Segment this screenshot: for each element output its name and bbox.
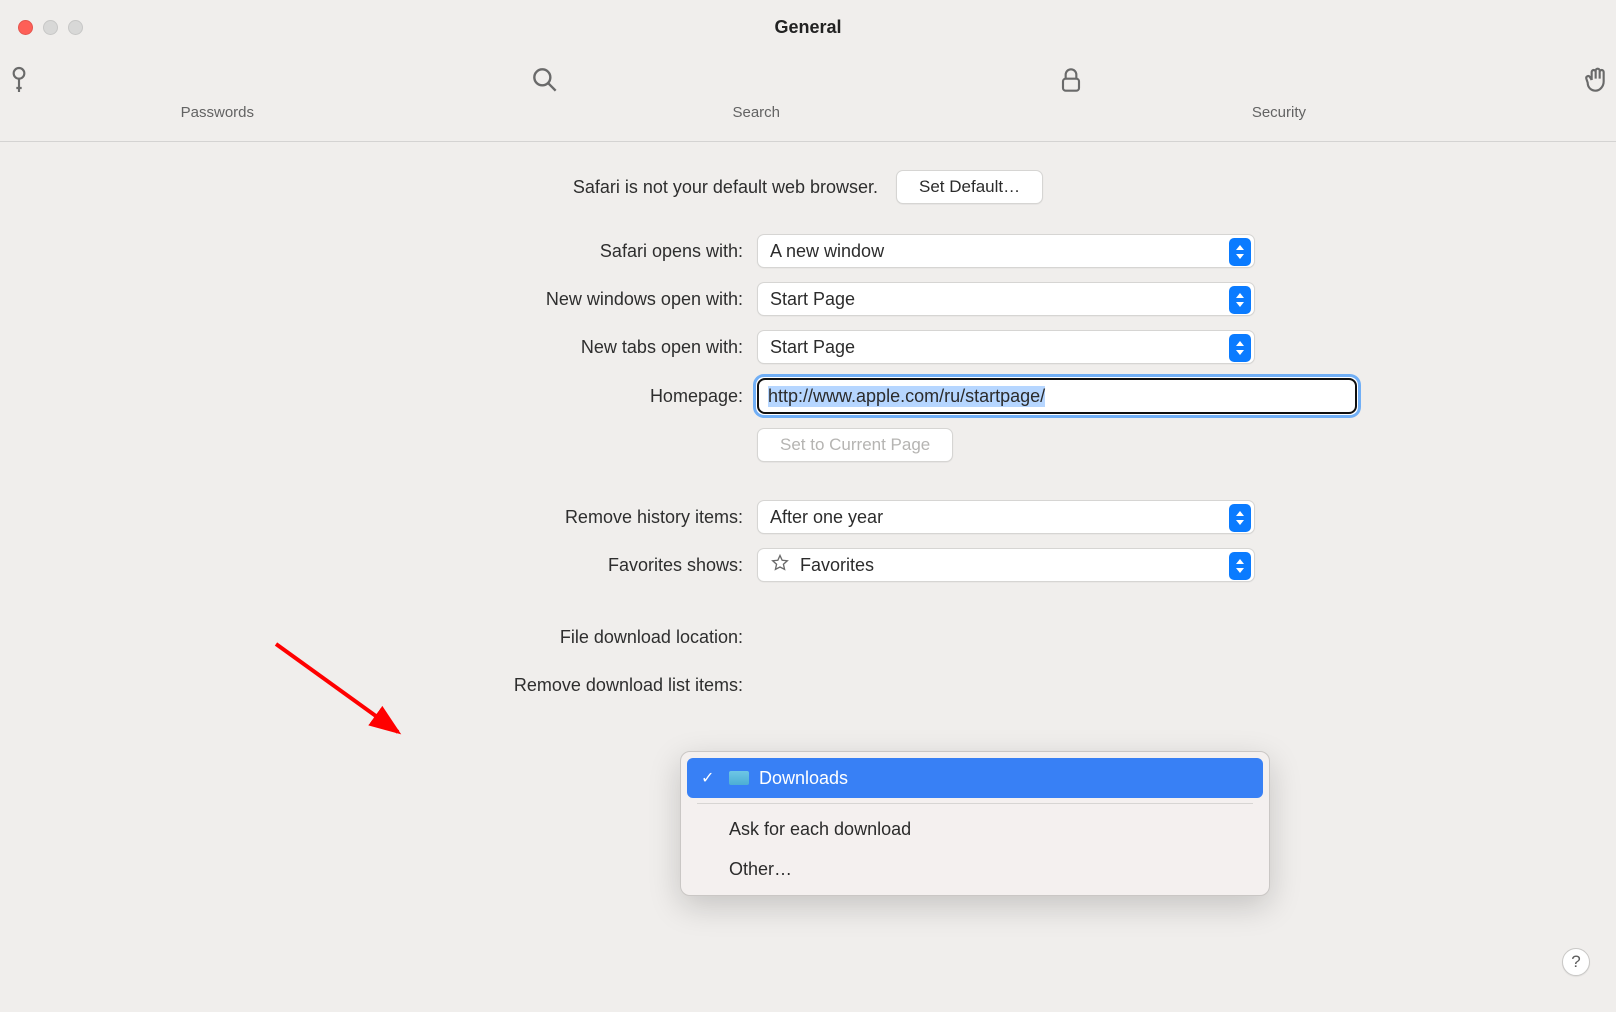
- favorites-select[interactable]: Favorites: [757, 548, 1255, 582]
- label: File download location:: [259, 627, 757, 648]
- row-remove-download-list: Remove download list items:: [259, 668, 1357, 702]
- label: Remove download list items:: [259, 675, 757, 696]
- banner-text: Safari is not your default web browser.: [573, 177, 878, 198]
- separator: [697, 803, 1253, 804]
- dropdown-item-label: Other…: [729, 859, 792, 880]
- search-icon: [529, 62, 561, 98]
- label: New windows open with:: [259, 289, 757, 310]
- label: Favorites shows:: [259, 555, 757, 576]
- row-set-current-page: Set to Current Page: [259, 428, 1357, 462]
- download-location-dropdown: ✓ Downloads Ask for each download Other…: [680, 751, 1270, 896]
- set-default-button[interactable]: Set Default…: [896, 170, 1043, 204]
- chevron-updown-icon: [1229, 504, 1251, 532]
- dropdown-item-other[interactable]: Other…: [687, 849, 1263, 889]
- set-current-page-button[interactable]: Set to Current Page: [757, 428, 953, 462]
- tab-passwords[interactable]: Passwords: [0, 54, 282, 129]
- remove-history-select[interactable]: After one year: [757, 500, 1255, 534]
- new-windows-select[interactable]: Start Page: [757, 282, 1255, 316]
- tab-security[interactable]: Security: [808, 54, 1334, 129]
- close-button[interactable]: [18, 20, 33, 35]
- folder-icon: [729, 771, 749, 785]
- row-safari-opens-with: Safari opens with: A new window: [259, 234, 1357, 268]
- minimize-button[interactable]: [43, 20, 58, 35]
- hand-icon: [1581, 62, 1613, 98]
- select-value: Start Page: [770, 289, 855, 310]
- tab-privacy[interactable]: Privacy: [1334, 54, 1616, 129]
- select-value: Start Page: [770, 337, 855, 358]
- preferences-toolbar: General Tabs AutoFill Passwords Search S…: [0, 54, 1616, 142]
- chevron-updown-icon: [1229, 552, 1251, 580]
- star-icon: [770, 553, 790, 578]
- tab-label: Privacy: [1348, 104, 1616, 121]
- label: New tabs open with:: [259, 337, 757, 358]
- dropdown-item-label: Ask for each download: [729, 819, 911, 840]
- key-icon: [3, 62, 35, 98]
- chevron-updown-icon: [1229, 238, 1251, 266]
- homepage-input[interactable]: [757, 378, 1357, 414]
- titlebar: General: [0, 0, 1616, 54]
- select-value: After one year: [770, 507, 883, 528]
- lock-icon: [1055, 62, 1087, 98]
- tab-label: Security: [822, 104, 1320, 121]
- zoom-button[interactable]: [68, 20, 83, 35]
- tab-search[interactable]: Search: [282, 54, 808, 129]
- tab-label: Passwords: [0, 104, 268, 121]
- help-button[interactable]: ?: [1562, 948, 1590, 976]
- chevron-updown-icon: [1229, 334, 1251, 362]
- dropdown-item-ask[interactable]: Ask for each download: [687, 809, 1263, 849]
- chevron-updown-icon: [1229, 286, 1251, 314]
- row-download-location: File download location:: [259, 620, 1357, 654]
- row-remove-history: Remove history items: After one year: [259, 500, 1357, 534]
- label: Remove history items:: [259, 507, 757, 528]
- new-tabs-select[interactable]: Start Page: [757, 330, 1255, 364]
- tab-label: Search: [296, 104, 794, 121]
- select-value: Favorites: [800, 555, 874, 576]
- preferences-content: Safari is not your default web browser. …: [0, 142, 1616, 850]
- window-title: General: [774, 17, 841, 38]
- select-value: A new window: [770, 241, 884, 262]
- label: Homepage:: [259, 386, 757, 407]
- row-new-windows: New windows open with: Start Page: [259, 282, 1357, 316]
- checkmark-icon: ✓: [701, 768, 719, 788]
- row-favorites-shows: Favorites shows: Favorites: [259, 548, 1357, 582]
- dropdown-item-label: Downloads: [759, 768, 848, 789]
- traffic-lights: [18, 20, 83, 35]
- row-homepage: Homepage:: [259, 378, 1357, 414]
- dropdown-item-downloads[interactable]: ✓ Downloads: [687, 758, 1263, 798]
- default-browser-banner: Safari is not your default web browser. …: [259, 170, 1357, 204]
- safari-opens-with-select[interactable]: A new window: [757, 234, 1255, 268]
- row-new-tabs: New tabs open with: Start Page: [259, 330, 1357, 364]
- label: Safari opens with:: [259, 241, 757, 262]
